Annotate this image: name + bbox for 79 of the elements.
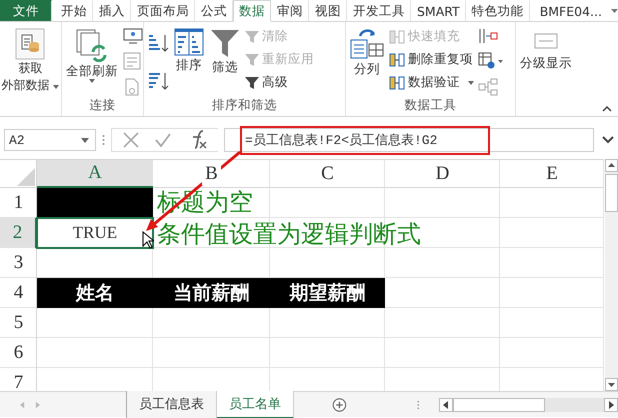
columns-icon: [389, 52, 405, 66]
scrollbar-thumb[interactable]: [605, 174, 618, 212]
caret-icon: [468, 80, 474, 84]
row-header[interactable]: 2: [0, 218, 37, 248]
text-to-columns-button[interactable]: 分列: [349, 26, 385, 97]
funnel-icon: [245, 76, 259, 90]
ribbon-tab[interactable]: 数据: [233, 0, 271, 22]
sheet-tab[interactable]: 员工信息表: [126, 390, 217, 418]
scroll-up-icon[interactable]: [605, 159, 618, 172]
check-icon[interactable]: [154, 131, 172, 149]
ribbon-tab[interactable]: 页面布局: [131, 0, 195, 21]
database-icon: [15, 28, 46, 60]
group-label: 排序和筛选: [212, 97, 277, 114]
scroll-down-icon[interactable]: [605, 378, 618, 391]
caret-icon: [53, 85, 60, 89]
mouse-pointer-icon: [142, 231, 154, 249]
ribbon-tab[interactable]: 开始: [55, 0, 93, 21]
scrollbar-thumb[interactable]: [453, 398, 546, 412]
expand-icon[interactable]: [602, 136, 614, 144]
table-cell[interactable]: 期望薪酬: [270, 278, 385, 308]
ribbon-command[interactable]: 高级: [245, 74, 314, 91]
columns-icon: [389, 76, 405, 90]
funnel-icon: [210, 28, 240, 58]
row-header[interactable]: 1: [0, 188, 37, 218]
columns-icon: [389, 30, 405, 44]
ribbon-tab[interactable]: 文件: [0, 0, 52, 21]
table-cell[interactable]: 姓名: [37, 278, 153, 308]
ribbon-tab[interactable]: 视图: [309, 0, 347, 21]
sort-icon: [174, 28, 204, 56]
ribbon-tab[interactable]: 开发工具: [347, 0, 411, 21]
sheet-tab[interactable]: 员工名单: [216, 390, 294, 418]
scroll-left-icon[interactable]: [439, 398, 454, 412]
column-header[interactable]: E: [500, 160, 604, 188]
row-header[interactable]: 4: [0, 278, 37, 308]
split-columns-icon: [350, 28, 384, 60]
ribbon-tab[interactable]: SMART: [411, 0, 466, 21]
refresh-icon: [75, 28, 109, 62]
row-header[interactable]: 6: [0, 338, 37, 368]
group-label: 数据工具: [404, 97, 456, 114]
relationships-icon: [478, 78, 498, 96]
ribbon-tab[interactable]: 插入: [93, 0, 131, 21]
caret-icon: [610, 9, 618, 13]
get-external-data-button[interactable]: 获取 外部数据: [0, 26, 60, 96]
group-label: 连接: [90, 97, 116, 114]
scroll-right-icon[interactable]: [604, 398, 618, 412]
edit-links-icon: [123, 78, 141, 96]
funnel-icon: [245, 30, 259, 44]
column-header[interactable]: D: [385, 160, 500, 188]
outline-button[interactable]: 分级显示: [519, 26, 573, 73]
annotation-text: 条件值设置为逻辑判断式: [157, 219, 421, 249]
refresh-all-button[interactable]: 全部刷新: [65, 26, 119, 97]
collapse-ribbon-icon[interactable]: [602, 105, 612, 112]
caret-icon: [81, 138, 89, 142]
grip-icon: [416, 398, 420, 410]
column-header[interactable]: C: [270, 160, 385, 188]
column-header[interactable]: B: [153, 160, 270, 188]
ribbon-tab[interactable]: BMFE04...: [534, 0, 618, 21]
row-header[interactable]: 7: [0, 368, 37, 391]
caret-icon: [89, 79, 95, 83]
ribbon-command[interactable]: 删除重复项: [389, 51, 474, 68]
ribbon-tab[interactable]: 特色功能: [466, 0, 530, 21]
sort-descending-icon[interactable]: [147, 70, 169, 92]
add-sheet-icon[interactable]: [332, 396, 347, 414]
row-header[interactable]: 5: [0, 308, 37, 338]
ribbon-command[interactable]: 数据验证: [389, 74, 474, 91]
formula-field[interactable]: =员工信息表!F2<员工信息表!G2: [224, 128, 594, 152]
name-box[interactable]: A2: [4, 129, 96, 151]
table-cell[interactable]: 当前薪酬: [153, 278, 270, 308]
row-header[interactable]: 3: [0, 248, 37, 278]
column-header[interactable]: A: [37, 160, 153, 188]
grip-icon: [102, 134, 105, 146]
ribbon-tab[interactable]: 审阅: [271, 0, 309, 21]
funnel-icon: [245, 52, 259, 66]
sort-ascending-icon[interactable]: [147, 32, 169, 54]
table-cell[interactable]: [37, 188, 153, 218]
filter-button[interactable]: 筛选: [209, 26, 241, 97]
sort-button[interactable]: 排序: [173, 26, 205, 97]
properties-icon: [123, 52, 141, 70]
table-cell[interactable]: TRUE: [36, 217, 154, 249]
